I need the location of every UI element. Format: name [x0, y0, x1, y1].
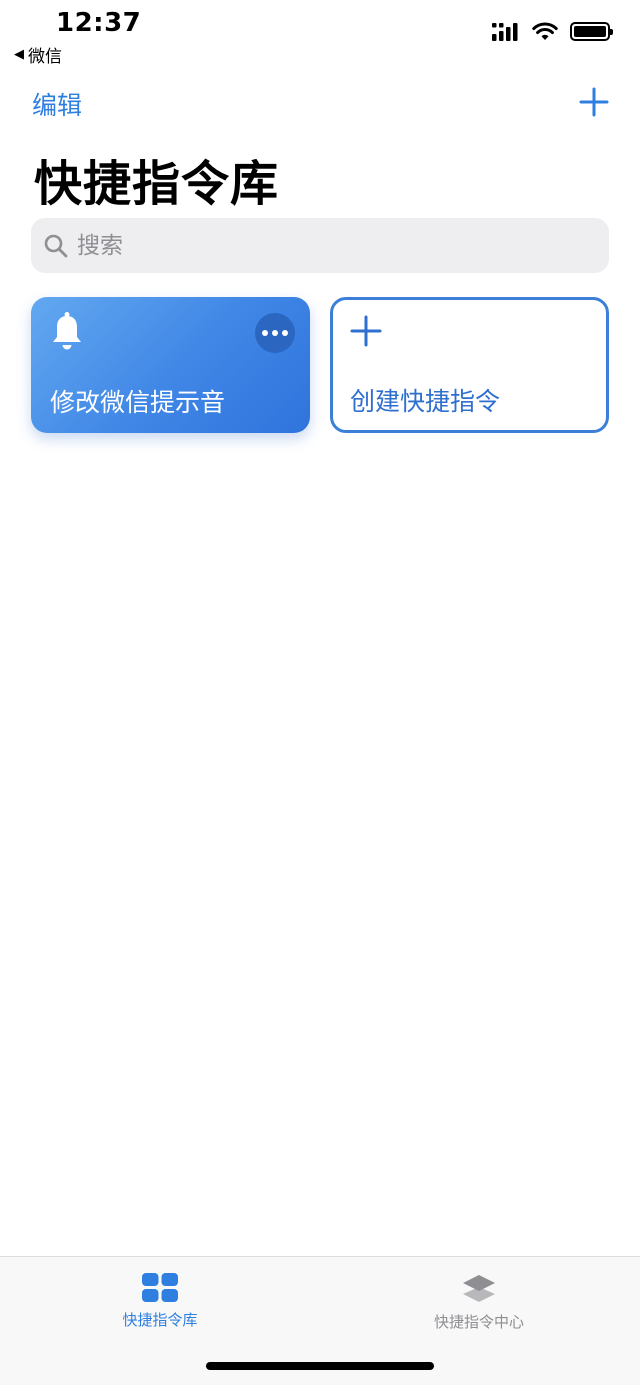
shortcut-title: 修改微信提示音 [50, 388, 226, 417]
shortcut-card[interactable]: 修改微信提示音 [31, 297, 310, 433]
page-title: 快捷指令库 [34, 156, 280, 212]
tab-gallery[interactable]: 快捷指令中心 [399, 1273, 559, 1332]
create-shortcut-label: 创建快捷指令 [350, 387, 501, 416]
layers-icon [463, 1275, 495, 1302]
add-shortcut-button[interactable] [578, 86, 610, 118]
more-dot [282, 330, 288, 336]
more-options-button[interactable] [255, 313, 295, 353]
tab-gallery-label: 快捷指令中心 [433, 1313, 524, 1331]
back-to-app-link[interactable]: ◀ 微信 [14, 42, 62, 67]
search-bar[interactable] [31, 218, 609, 273]
signal-icon [492, 22, 518, 41]
battery-icon [570, 22, 613, 41]
tab-library[interactable]: 快捷指令库 [80, 1273, 240, 1330]
grid-icon [142, 1273, 178, 1302]
more-dot [262, 330, 268, 336]
edit-button[interactable]: 编辑 [32, 86, 82, 122]
back-triangle-icon: ◀ [14, 47, 24, 62]
bell-icon [53, 312, 81, 350]
create-shortcut-card[interactable]: 创建快捷指令 [330, 297, 609, 433]
status-icons [492, 22, 613, 41]
status-time: 12:37 [56, 8, 142, 38]
more-dot [272, 330, 278, 336]
back-app-label: 微信 [28, 47, 62, 67]
search-input[interactable] [77, 232, 557, 259]
plus-icon [350, 315, 382, 347]
tab-library-label: 快捷指令库 [122, 1311, 198, 1329]
home-indicator[interactable] [206, 1362, 434, 1370]
wifi-icon [532, 22, 558, 40]
search-icon [44, 234, 68, 257]
